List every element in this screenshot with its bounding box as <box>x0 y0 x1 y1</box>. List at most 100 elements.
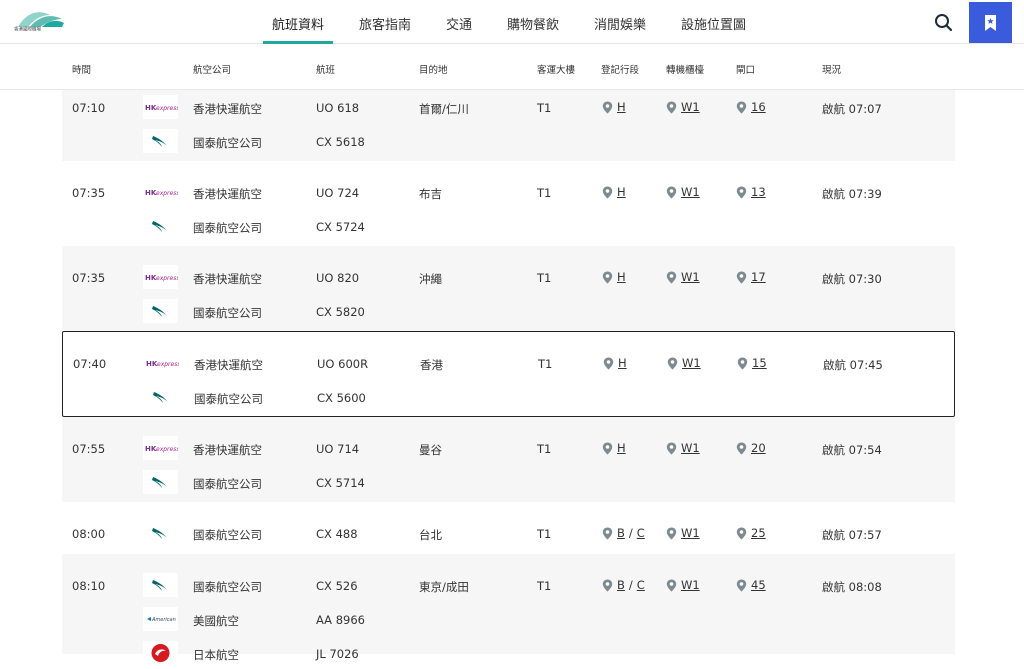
gate-location: 45 <box>736 578 766 592</box>
flight-row[interactable]: 07:55 HK express 香港快運航空 UO 714 國泰航空公司 CX 5714 曼… <box>62 417 955 502</box>
checkin-aisle-link[interactable]: H <box>617 270 626 284</box>
airline-name: 日本航空 <box>193 648 239 662</box>
checkin-aisle-link[interactable]: H <box>617 100 626 114</box>
flight-number[interactable]: CX 5820 <box>316 305 365 319</box>
gate-link[interactable]: 17 <box>751 270 766 284</box>
flight-table-header: 時間 航空公司 航班 目的地 客運大樓 登記行段 轉機櫃檯 閘口 現況 <box>0 45 1024 90</box>
flight-number[interactable]: AA 8966 <box>316 613 365 627</box>
flight-number[interactable]: CX 5600 <box>317 391 366 405</box>
flight-number[interactable]: JL 7026 <box>316 647 359 661</box>
checkin-aisle-link[interactable]: H <box>617 441 626 455</box>
bookmark-button[interactable] <box>969 2 1012 43</box>
location-pin-icon <box>666 271 677 283</box>
flight-row[interactable]: 07:40 HK express 香港快運航空 UO 600R 國泰航空公司 CX 5600… <box>62 331 955 417</box>
airline-name: 國泰航空公司 <box>193 580 262 594</box>
nav-leisure[interactable]: 消閒娛樂 <box>594 14 646 33</box>
transfer-desk-link[interactable]: W1 <box>681 270 700 284</box>
flight-number[interactable]: UO 618 <box>316 101 359 115</box>
gate-link[interactable]: 13 <box>751 185 766 199</box>
gate-link[interactable]: 25 <box>751 526 766 540</box>
bookmark-icon <box>985 15 996 31</box>
transfer-location: W1 <box>666 270 700 284</box>
cathay-logo <box>143 129 178 153</box>
col-transfer: 轉機櫃檯 <box>666 65 705 76</box>
nav-transport[interactable]: 交通 <box>446 14 472 33</box>
hk-express-logo: HK express <box>143 180 179 204</box>
cathay-logo <box>143 214 178 238</box>
airline-name: 香港快運航空 <box>193 102 262 116</box>
flight-number[interactable]: CX 5724 <box>316 220 365 234</box>
flight-number[interactable]: UO 600R <box>317 357 368 371</box>
checkin-aisle-link[interactable]: C <box>637 578 645 592</box>
logo-text: 香港國際機場 <box>14 27 42 33</box>
gate-location: 16 <box>736 100 766 114</box>
checkin-location: H <box>602 441 626 455</box>
airline-name: 國泰航空公司 <box>194 392 263 406</box>
location-pin-icon <box>666 101 677 113</box>
svg-text:express: express <box>156 190 178 197</box>
transfer-location: W1 <box>666 526 700 540</box>
checkin-aisle-link[interactable]: B <box>617 526 625 540</box>
checkin-aisle-link[interactable]: H <box>617 185 626 199</box>
flight-number[interactable]: UO 714 <box>316 442 359 456</box>
col-gate: 閘口 <box>736 65 756 76</box>
hk-express-logo: HK express <box>143 436 179 460</box>
gate-location: 15 <box>737 356 767 370</box>
checkin-aisle-link[interactable]: C <box>637 526 645 540</box>
flight-status: 啟航 07:54 <box>822 443 882 457</box>
flight-number[interactable]: CX 5618 <box>316 135 365 149</box>
destination: 沖繩 <box>419 272 442 286</box>
flight-time: 07:40 <box>73 357 107 371</box>
american-logo: American <box>143 607 178 631</box>
terminal: T1 <box>537 442 552 456</box>
location-pin-icon <box>666 186 677 198</box>
transfer-desk-link[interactable]: W1 <box>681 185 700 199</box>
airline-name: 香港快運航空 <box>193 443 262 457</box>
flight-row[interactable]: 07:35 HK express 香港快運航空 UO 820 國泰航空公司 CX 5820 沖… <box>62 246 955 331</box>
search-button[interactable] <box>930 10 956 36</box>
location-pin-icon <box>736 101 747 113</box>
cathay-logo <box>144 385 179 409</box>
nav-shop-dine[interactable]: 購物餐飲 <box>507 14 559 33</box>
checkin-aisle-link[interactable]: H <box>618 356 627 370</box>
gate-link[interactable]: 20 <box>751 441 766 455</box>
location-pin-icon <box>666 442 677 454</box>
nav-flight-info[interactable]: 航班資料 <box>272 14 324 33</box>
hkia-logo[interactable] <box>16 5 80 39</box>
airline-name: 香港快運航空 <box>193 272 262 286</box>
svg-text:express: express <box>157 361 179 368</box>
terminal: T1 <box>537 271 552 285</box>
flight-row[interactable]: 08:10 國泰航空公司 CX 526 American 美國航空 AA 8966 日本航空… <box>62 554 955 665</box>
transfer-desk-link[interactable]: W1 <box>681 578 700 592</box>
flight-number[interactable]: CX 488 <box>316 527 358 541</box>
location-pin-icon <box>667 357 678 369</box>
transfer-desk-link[interactable]: W1 <box>681 441 700 455</box>
flight-row[interactable]: 08:00 國泰航空公司 CX 488 台北 T1 B / C W1 25 啟航 07:57 <box>62 502 955 554</box>
nav-facility-map[interactable]: 設施位置圖 <box>681 14 746 33</box>
checkin-separator: / <box>628 578 633 592</box>
flight-row[interactable]: 07:10 HK express 香港快運航空 UO 618 國泰航空公司 CX 5618 首… <box>62 90 955 161</box>
transfer-location: W1 <box>666 441 700 455</box>
transfer-desk-link[interactable]: W1 <box>682 356 701 370</box>
terminal: T1 <box>538 357 553 371</box>
nav-passenger-guide[interactable]: 旅客指南 <box>359 14 411 33</box>
flight-number[interactable]: CX 5714 <box>316 476 365 490</box>
gate-link[interactable]: 15 <box>752 356 767 370</box>
transfer-desk-link[interactable]: W1 <box>681 100 700 114</box>
destination: 曼谷 <box>419 443 442 457</box>
checkin-aisle-link[interactable]: B <box>617 578 625 592</box>
checkin-location: H <box>603 356 627 370</box>
flight-number[interactable]: UO 724 <box>316 186 359 200</box>
col-terminal: 客運大樓 <box>537 65 576 76</box>
destination: 首爾/仁川 <box>419 102 469 116</box>
flight-number[interactable]: UO 820 <box>316 271 359 285</box>
gate-link[interactable]: 45 <box>751 578 766 592</box>
location-pin-icon <box>736 186 747 198</box>
hkia-logo-icon <box>18 12 64 27</box>
flight-row[interactable]: 07:35 HK express 香港快運航空 UO 724 國泰航空公司 CX 5724 布… <box>62 161 955 246</box>
search-icon <box>935 14 953 32</box>
flight-number[interactable]: CX 526 <box>316 579 358 593</box>
cathay-logo <box>143 299 178 323</box>
transfer-desk-link[interactable]: W1 <box>681 526 700 540</box>
gate-link[interactable]: 16 <box>751 100 766 114</box>
